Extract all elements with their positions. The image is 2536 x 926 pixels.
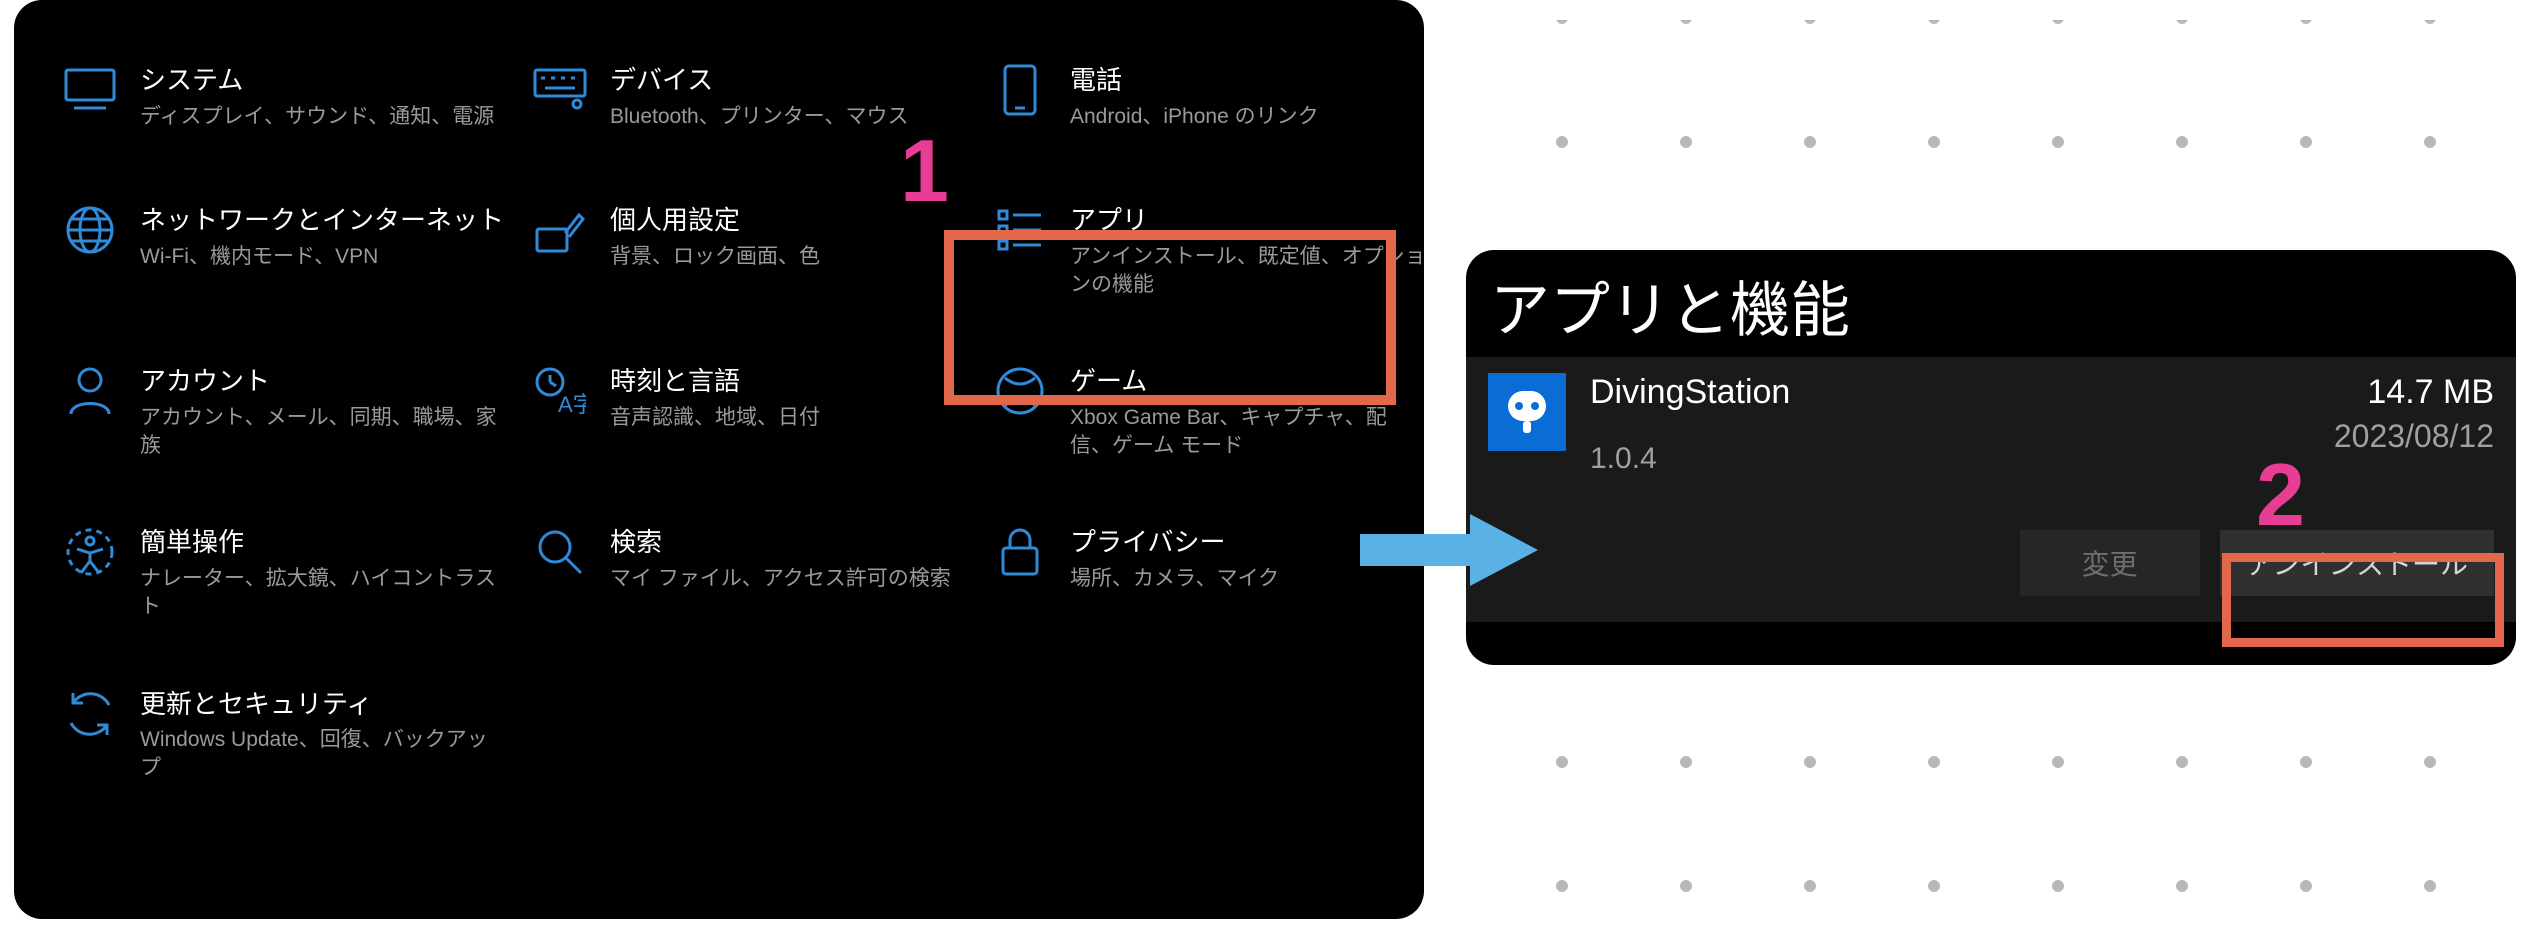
app-info-right: 14.7 MB 2023/08/12 bbox=[2334, 373, 2494, 476]
settings-cat-text: ネットワークとインターネット Wi-Fi、機内モード、VPN bbox=[140, 202, 506, 271]
settings-cat-title: システム bbox=[140, 64, 506, 97]
settings-cat-text: アカウント アカウント、メール、同期、職場、家族 bbox=[140, 363, 506, 460]
settings-cat-desc: マイ ファイル、アクセス許可の検索 bbox=[610, 565, 966, 593]
settings-cat-search[interactable]: 検索 マイ ファイル、アクセス許可の検索 bbox=[524, 512, 974, 633]
settings-cat-desc: Android、iPhone のリンク bbox=[1070, 103, 1426, 131]
settings-cat-text: アプリ アンインストール、既定値、オプションの機能 bbox=[1070, 202, 1426, 299]
app-size: 14.7 MB bbox=[2334, 373, 2494, 412]
settings-cat-title: アカウント bbox=[140, 365, 506, 398]
settings-cat-desc: Windows Update、回復、バックアップ bbox=[140, 726, 506, 783]
settings-cat-desc: ナレーター、拡大鏡、ハイコントラスト bbox=[140, 565, 506, 622]
apps-features-panel: アプリと機能 DivingStation 1.0.4 14.7 MB 2023/… bbox=[1466, 250, 2516, 665]
sync-icon bbox=[62, 686, 118, 742]
person-icon bbox=[62, 363, 118, 419]
windows-settings-panel: システム ディスプレイ、サウンド、通知、電源 デバイス Bluetooth、プリ… bbox=[14, 0, 1424, 919]
settings-cat-title: 検索 bbox=[610, 526, 966, 559]
settings-cat-text: システム ディスプレイ、サウンド、通知、電源 bbox=[140, 62, 506, 131]
settings-cat-text: 時刻と言語 音声認識、地域、日付 bbox=[610, 363, 966, 432]
settings-cat-text: 簡単操作 ナレーター、拡大鏡、ハイコントラスト bbox=[140, 524, 506, 621]
settings-cat-accounts[interactable]: アカウント アカウント、メール、同期、職場、家族 bbox=[54, 351, 514, 472]
modify-button: 変更 bbox=[2020, 530, 2200, 596]
settings-cat-network[interactable]: ネットワークとインターネット Wi-Fi、機内モード、VPN bbox=[54, 190, 514, 311]
app-buttons: 変更 アンインストール bbox=[1488, 530, 2494, 596]
settings-cat-title: 簡単操作 bbox=[140, 526, 506, 559]
settings-cat-system[interactable]: システム ディスプレイ、サウンド、通知、電源 bbox=[54, 50, 514, 150]
keyboard-icon bbox=[532, 62, 588, 118]
settings-cat-title: 時刻と言語 bbox=[610, 365, 966, 398]
apps-list-icon bbox=[992, 202, 1048, 258]
apps-features-header: アプリと機能 bbox=[1466, 250, 2516, 357]
settings-cat-text: 電話 Android、iPhone のリンク bbox=[1070, 62, 1426, 131]
app-date: 2023/08/12 bbox=[2334, 418, 2494, 455]
app-row-top: DivingStation 1.0.4 14.7 MB 2023/08/12 bbox=[1488, 373, 2494, 476]
globe-icon bbox=[62, 202, 118, 258]
settings-cat-ease-of-access[interactable]: 簡単操作 ナレーター、拡大鏡、ハイコントラスト bbox=[54, 512, 514, 633]
settings-cat-title: ネットワークとインターネット bbox=[140, 204, 506, 237]
settings-cat-title: ゲーム bbox=[1070, 365, 1426, 398]
app-info-left: DivingStation 1.0.4 bbox=[1590, 373, 1790, 476]
paintbrush-icon bbox=[532, 202, 588, 258]
lock-icon bbox=[992, 524, 1048, 580]
step-number-2: 2 bbox=[2256, 444, 2305, 546]
app-name: DivingStation bbox=[1590, 373, 1790, 412]
settings-cat-text: 検索 マイ ファイル、アクセス許可の検索 bbox=[610, 524, 966, 593]
settings-cat-title: 更新とセキュリティ bbox=[140, 688, 506, 721]
settings-cat-text: 更新とセキュリティ Windows Update、回復、バックアップ bbox=[140, 686, 506, 783]
phone-icon bbox=[992, 62, 1048, 118]
app-icon-divingstation bbox=[1488, 373, 1566, 451]
settings-cat-desc: ディスプレイ、サウンド、通知、電源 bbox=[140, 103, 506, 131]
svg-text:A字: A字 bbox=[558, 392, 586, 416]
time-language-icon: A字 bbox=[532, 363, 588, 419]
settings-cat-title: アプリ bbox=[1070, 204, 1426, 237]
search-icon bbox=[532, 524, 588, 580]
app-row-divingstation[interactable]: DivingStation 1.0.4 14.7 MB 2023/08/12 変… bbox=[1466, 357, 2516, 622]
app-info: DivingStation 1.0.4 14.7 MB 2023/08/12 bbox=[1590, 373, 2494, 476]
step-number-1: 1 bbox=[900, 120, 949, 222]
settings-cat-title: 電話 bbox=[1070, 64, 1426, 97]
settings-cat-desc: Wi-Fi、機内モード、VPN bbox=[140, 243, 506, 271]
app-version: 1.0.4 bbox=[1590, 442, 1790, 476]
settings-cat-desc: アカウント、メール、同期、職場、家族 bbox=[140, 404, 506, 461]
settings-cat-gaming[interactable]: ゲーム Xbox Game Bar、キャプチャ、配信、ゲーム モード bbox=[984, 351, 1434, 472]
settings-cat-desc: 音声認識、地域、日付 bbox=[610, 404, 966, 432]
xbox-icon bbox=[992, 363, 1048, 419]
settings-cat-phone[interactable]: 電話 Android、iPhone のリンク bbox=[984, 50, 1434, 150]
settings-cat-time-language[interactable]: A字 時刻と言語 音声認識、地域、日付 bbox=[524, 351, 974, 472]
accessibility-icon bbox=[62, 524, 118, 580]
settings-cat-desc: Xbox Game Bar、キャプチャ、配信、ゲーム モード bbox=[1070, 404, 1426, 461]
settings-grid: システム ディスプレイ、サウンド、通知、電源 デバイス Bluetooth、プリ… bbox=[54, 50, 1384, 795]
arrow-icon bbox=[1360, 510, 1540, 590]
settings-cat-desc: アンインストール、既定値、オプションの機能 bbox=[1070, 243, 1426, 300]
settings-cat-text: ゲーム Xbox Game Bar、キャプチャ、配信、ゲーム モード bbox=[1070, 363, 1426, 460]
display-icon bbox=[62, 62, 118, 118]
settings-cat-title: デバイス bbox=[610, 64, 966, 97]
settings-cat-apps[interactable]: アプリ アンインストール、既定値、オプションの機能 bbox=[984, 190, 1434, 311]
settings-cat-update-security[interactable]: 更新とセキュリティ Windows Update、回復、バックアップ bbox=[54, 674, 514, 795]
settings-cat-desc: 背景、ロック画面、色 bbox=[610, 243, 966, 271]
